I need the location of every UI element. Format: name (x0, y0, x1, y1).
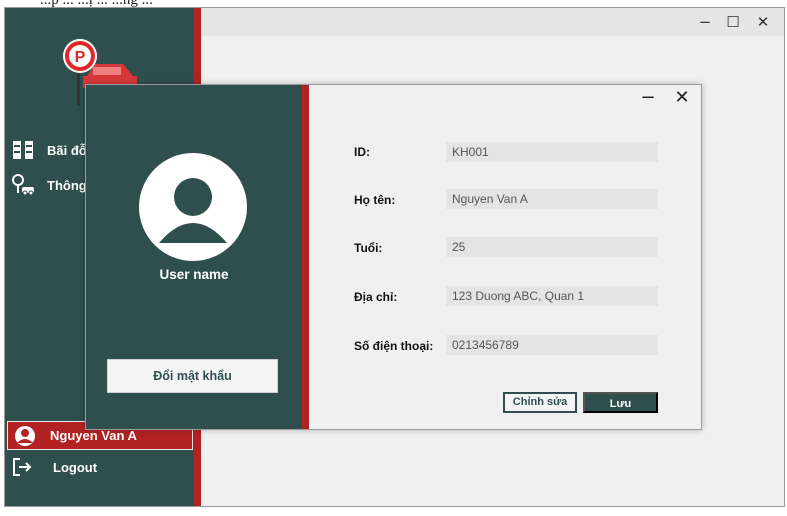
field-value-address: 123 Duong ABC, Quan 1 (446, 286, 658, 306)
change-password-button[interactable]: Đổi mật khẩu (107, 359, 278, 393)
field-value-phone: 0213456789 (446, 335, 658, 355)
dialog-close-button[interactable]: ✕ (671, 87, 693, 109)
sidebar-user-name: Nguyen Van A (50, 428, 137, 443)
logout-label: Logout (53, 459, 98, 475)
field-label-fullname: Họ tên: (354, 193, 396, 207)
field-label-id: ID: (354, 145, 370, 159)
dialog-divider (302, 85, 309, 429)
dialog-minimize-button[interactable]: − (637, 87, 659, 109)
title-bar: − ☐ ✕ (201, 8, 784, 36)
close-button[interactable]: ✕ (750, 12, 776, 32)
field-value-fullname: Nguyen Van A (446, 189, 658, 209)
edit-button[interactable]: Chỉnh sửa (503, 392, 577, 413)
sidebar-item-label: Bãi đỗ (47, 142, 87, 158)
parking-lots-icon (13, 141, 33, 159)
logout-button[interactable]: Logout (11, 454, 97, 480)
sidebar-item-parking-lots[interactable]: Bãi đỗ (11, 135, 87, 165)
profile-dialog: User name Đổi mật khẩu − ✕ ID: KH001 Họ … (85, 84, 702, 430)
user-avatar-icon (15, 425, 35, 446)
field-value-id: KH001 (446, 142, 658, 162)
profile-username: User name (159, 267, 229, 282)
save-button[interactable]: Lưu (583, 392, 658, 413)
field-value-age: 25 (446, 237, 658, 257)
svg-text:P: P (75, 49, 86, 66)
field-label-age: Tuổi: (354, 241, 383, 255)
maximize-button[interactable]: ☐ (720, 12, 746, 32)
field-label-address: Địa chỉ: (354, 290, 398, 304)
logout-icon (13, 458, 32, 476)
field-label-phone: Số điện thoại: (354, 339, 434, 353)
profile-panel: User name Đổi mật khẩu (86, 85, 302, 429)
minimize-button[interactable]: − (692, 12, 718, 32)
car-location-icon (12, 174, 34, 196)
avatar-icon (139, 153, 247, 261)
